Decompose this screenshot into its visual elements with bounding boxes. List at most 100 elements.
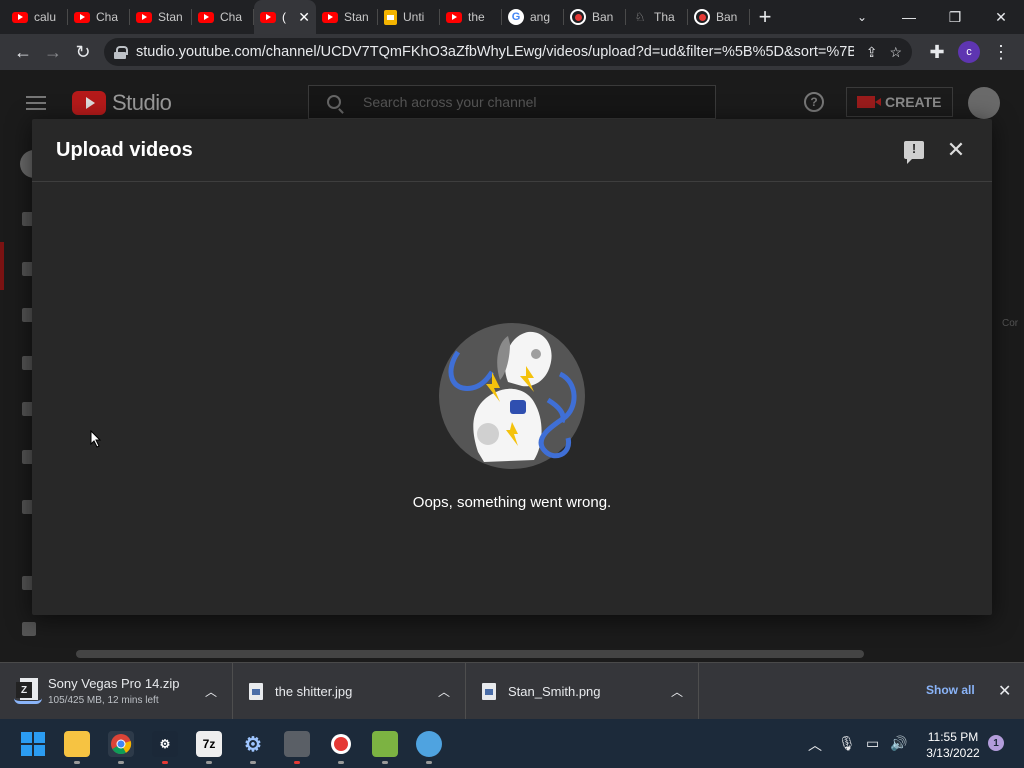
chrome-icon[interactable] — [108, 731, 134, 764]
steam-icon[interactable]: ⚙ — [152, 731, 178, 764]
tab-title: Cha — [220, 10, 243, 24]
upload-videos-dialog: Upload videos ✕ Oops, something went wro… — [32, 119, 992, 615]
download-item[interactable]: Stan_Smith.png ︿ — [466, 662, 699, 720]
youtube-icon — [74, 11, 90, 23]
browser-tab[interactable]: Cha — [192, 0, 254, 34]
youtube-icon — [136, 11, 152, 23]
url-text[interactable]: studio.youtube.com/channel/UCDV7TQmFKhO3… — [136, 44, 854, 60]
channel-avatar[interactable] — [968, 87, 1000, 119]
reload-icon[interactable]: ↻ — [68, 37, 98, 67]
close-download-bar-icon[interactable]: ✕ — [998, 681, 1011, 701]
profile-avatar[interactable]: c — [958, 41, 980, 63]
running-indicator — [250, 761, 256, 764]
error-dog-illustration — [439, 323, 585, 469]
browser-tab[interactable]: Ban — [564, 0, 626, 34]
show-all-downloads-link[interactable]: Show all — [926, 683, 975, 697]
horizontal-scrollbar[interactable] — [76, 650, 864, 658]
feedback-icon[interactable] — [22, 622, 36, 636]
mouse-cursor-icon — [90, 430, 102, 448]
browser-tab[interactable]: Stan — [316, 0, 378, 34]
tab-title: calu — [34, 10, 57, 24]
new-tab-button[interactable]: + — [750, 0, 780, 34]
window-controls: — ❐ ✕ — [886, 0, 1024, 34]
channel-search-input[interactable]: Search across your channel — [308, 85, 716, 119]
browser-tab-active[interactable]: (✕ — [254, 0, 316, 34]
help-icon[interactable]: ? — [804, 92, 824, 112]
settings-gear-icon[interactable]: ⚙ — [240, 731, 266, 764]
extensions-puzzle-icon[interactable]: ✚ — [922, 37, 952, 67]
bookmark-star-icon[interactable]: ☆ — [889, 44, 902, 61]
browser-toolbar: ← → ↻ studio.youtube.com/channel/UCDV7TQ… — [0, 34, 1024, 70]
sidebar-active-indicator — [0, 242, 4, 290]
app-installer-icon[interactable] — [284, 731, 310, 764]
windows-logo — [21, 732, 45, 756]
search-placeholder: Search across your channel — [363, 94, 537, 110]
record-icon — [694, 9, 710, 25]
windows-start-icon[interactable] — [20, 731, 46, 757]
forward-arrow-icon[interactable]: → — [38, 37, 68, 67]
obs-record-icon[interactable] — [328, 731, 354, 764]
file-explorer-icon[interactable] — [64, 731, 90, 764]
paint-palette-icon[interactable] — [416, 731, 442, 764]
chevron-up-icon[interactable]: ︿ — [668, 682, 686, 700]
search-icon — [327, 95, 341, 109]
youtube-icon — [260, 11, 276, 23]
download-filename: Sony Vegas Pro 14.zip — [48, 676, 180, 691]
download-filename: the shitter.jpg — [275, 683, 353, 699]
tab-title: Stan — [158, 10, 183, 24]
network-icon[interactable]: ▭ — [866, 735, 879, 752]
7zip-icon[interactable]: 7z — [196, 731, 222, 764]
browser-tab[interactable]: ♘ Tha — [626, 0, 688, 34]
close-dialog-icon[interactable]: ✕ — [944, 137, 968, 162]
share-icon[interactable]: ⇪ — [866, 44, 878, 61]
error-message: Oops, something went wrong. — [412, 494, 612, 511]
browser-tab-strip: calu Cha Stan Cha (✕ Stan Unti the Gang … — [0, 0, 1024, 34]
youtube-icon — [198, 11, 214, 23]
minimize-icon[interactable]: — — [886, 0, 932, 34]
browser-tab[interactable]: Ban — [688, 0, 750, 34]
tab-title: ang — [530, 10, 551, 24]
close-window-icon[interactable]: ✕ — [978, 0, 1024, 34]
browser-tab[interactable]: Gang — [502, 0, 564, 34]
notification-badge[interactable]: 1 — [988, 735, 1004, 751]
tab-title: Ban — [592, 10, 614, 24]
zip-badge: Z — [16, 682, 32, 698]
browser-tab[interactable]: Unti — [378, 0, 440, 34]
send-feedback-icon[interactable] — [904, 141, 924, 164]
create-label: CREATE — [885, 94, 942, 110]
tab-search-chevron-icon[interactable]: ⌄ — [850, 0, 874, 34]
browser-tab[interactable]: Stan — [130, 0, 192, 34]
browser-tab[interactable]: calu — [6, 0, 68, 34]
running-indicator — [382, 761, 388, 764]
browser-tab[interactable]: Cha — [68, 0, 130, 34]
volume-icon[interactable]: 🔊 — [890, 735, 907, 752]
record-logo — [331, 734, 351, 754]
tab-title: the — [468, 10, 485, 24]
lock-icon[interactable] — [114, 45, 128, 59]
address-bar[interactable]: studio.youtube.com/channel/UCDV7TQmFKhO3… — [104, 38, 912, 66]
tab-list: calu Cha Stan Cha (✕ Stan Unti the Gang … — [0, 0, 780, 34]
download-filename: Stan_Smith.png — [508, 683, 601, 699]
hamburger-menu-icon[interactable] — [26, 96, 46, 110]
system-clock[interactable]: 11:55 PM 3/13/2022 — [920, 729, 986, 761]
chevron-up-icon[interactable]: ︿ — [202, 682, 220, 700]
microphone-icon[interactable]: 🎙 — [838, 735, 856, 752]
plug-icon — [510, 400, 526, 414]
tray-chevron-up-icon[interactable]: ︿ — [808, 735, 822, 755]
close-tab-icon[interactable]: ✕ — [298, 9, 310, 26]
download-bar: Z Sony Vegas Pro 14.zip 105/425 MB, 12 m… — [0, 662, 1024, 720]
windows-taskbar: ⚙ 7z ⚙ ︿ 🎙 ▭ 🔊 11:55 PM 3/13/2022 1 — [0, 719, 1024, 768]
dialog-title: Upload videos — [56, 138, 193, 161]
back-arrow-icon[interactable]: ← — [8, 37, 38, 67]
studio-logo[interactable]: Studio — [72, 90, 172, 116]
kebab-menu-icon[interactable]: ⋮ — [986, 37, 1016, 67]
chevron-up-icon[interactable]: ︿ — [435, 682, 453, 700]
create-button[interactable]: CREATE — [846, 87, 953, 117]
download-item[interactable]: the shitter.jpg ︿ — [233, 662, 466, 720]
download-info: Stan_Smith.png — [508, 684, 668, 699]
browser-tab[interactable]: the — [440, 0, 502, 34]
restore-icon[interactable]: ❐ — [932, 0, 978, 34]
download-item[interactable]: Z Sony Vegas Pro 14.zip 105/425 MB, 12 m… — [0, 662, 233, 720]
google-icon: G — [508, 9, 524, 25]
notepad-plus-icon[interactable] — [372, 731, 398, 764]
